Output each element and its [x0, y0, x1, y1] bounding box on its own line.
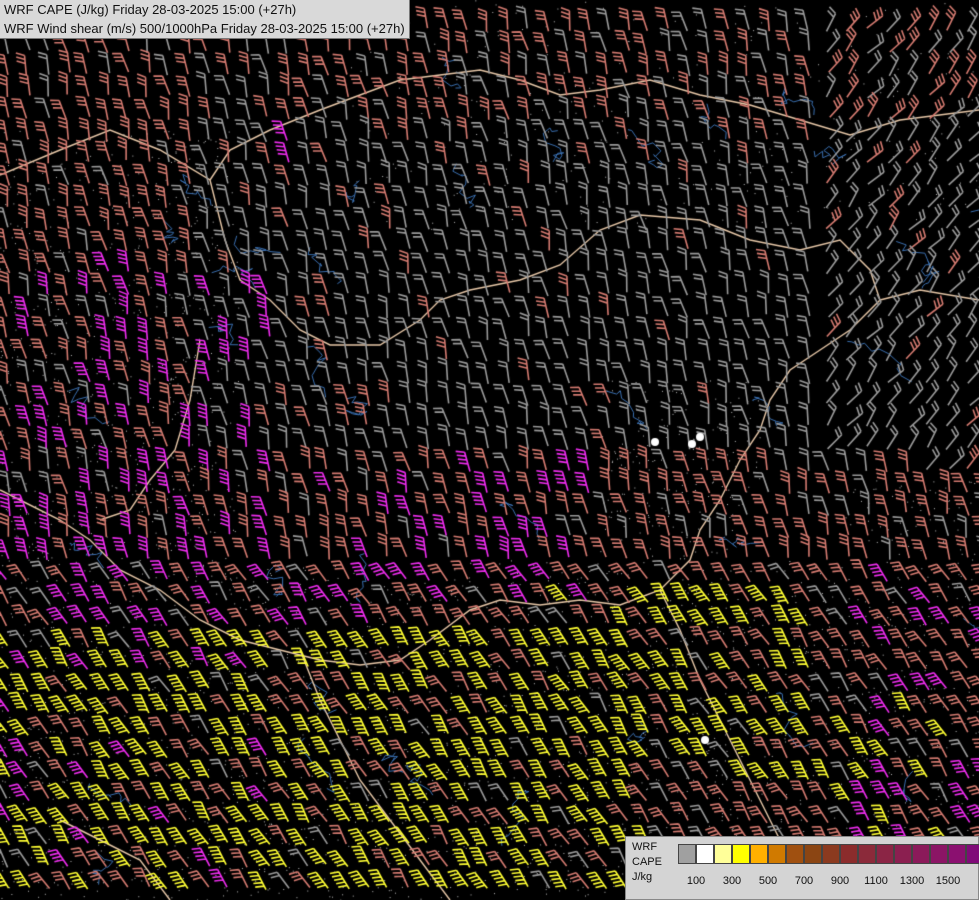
legend-tick-label: 1500 — [935, 875, 961, 887]
legend-swatch — [858, 844, 876, 864]
legend-tick-label: 1300 — [899, 875, 925, 887]
legend-swatch — [750, 844, 768, 864]
legend-swatch — [822, 844, 840, 864]
legend-swatch — [876, 844, 894, 864]
weather-map — [0, 0, 979, 900]
legend-swatch — [678, 844, 696, 864]
legend-tick-label: 900 — [830, 875, 850, 887]
legend-tick-label: 100 — [686, 875, 706, 887]
map-title-box: WRF CAPE (J/kg) Friday 28-03-2025 15:00 … — [0, 0, 410, 39]
legend-swatch — [804, 844, 822, 864]
legend-unit-label: J/kg — [632, 871, 653, 883]
wind-shear-title: WRF Wind shear (m/s) 500/1000hPa Friday … — [4, 21, 405, 36]
legend-tick-label: 700 — [794, 875, 814, 887]
legend-swatch — [930, 844, 948, 864]
legend-swatch — [714, 844, 732, 864]
legend-swatch — [894, 844, 912, 864]
legend-ticks: 100 300 500 700 900 1100 1300 1500 — [678, 875, 978, 889]
legend-color-scale — [678, 844, 979, 864]
legend-swatch — [912, 844, 930, 864]
legend-field-label: CAPE — [632, 856, 662, 868]
legend-tick-label: 500 — [758, 875, 778, 887]
legend-tick-label: 1100 — [864, 875, 888, 887]
legend-swatch — [768, 844, 786, 864]
legend-swatch — [732, 844, 750, 864]
legend-swatch — [786, 844, 804, 864]
legend-swatch — [696, 844, 714, 864]
cape-title: WRF CAPE (J/kg) Friday 28-03-2025 15:00 … — [4, 2, 297, 17]
legend-tick-label: 300 — [722, 875, 742, 887]
cape-legend: WRF CAPE J/kg 100 300 500 700 900 1100 1300 150… — [625, 836, 979, 900]
legend-swatch — [948, 844, 966, 864]
legend-swatch — [840, 844, 858, 864]
legend-model-label: WRF — [632, 841, 658, 853]
legend-swatch — [966, 844, 979, 864]
